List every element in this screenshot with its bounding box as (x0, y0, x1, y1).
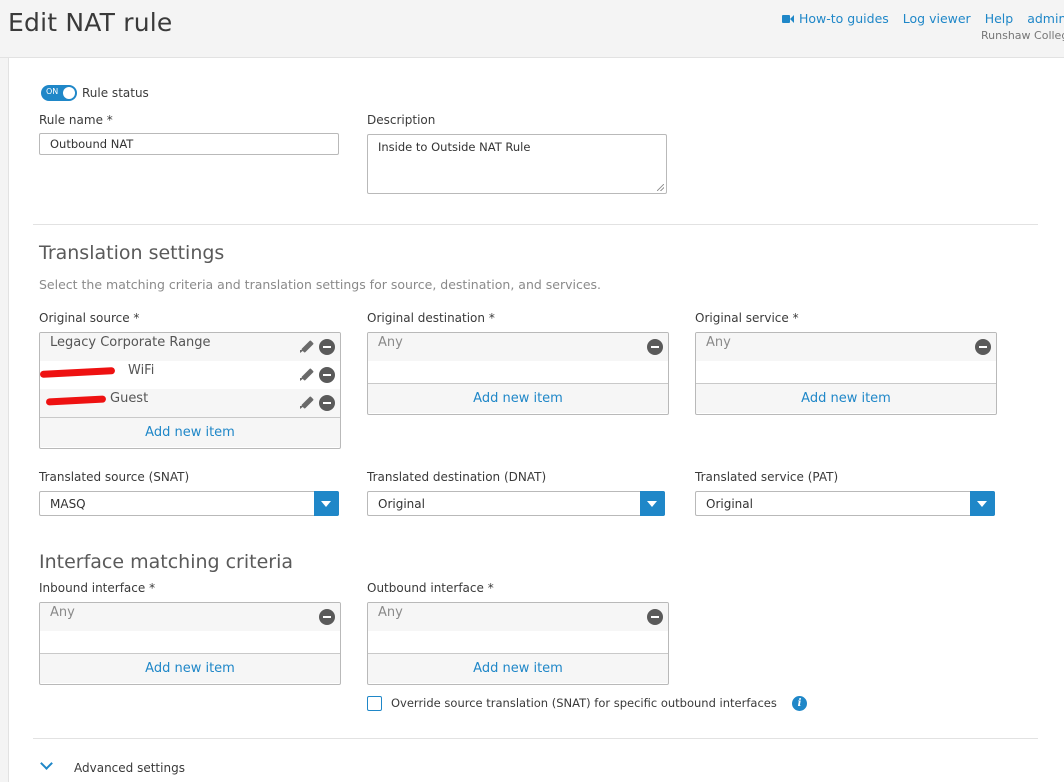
list-item-label: Any (378, 605, 403, 620)
description-text: Inside to Outside NAT Rule (378, 140, 531, 154)
toggle-knob (63, 87, 75, 99)
video-icon (782, 14, 795, 24)
translation-settings-title: Translation settings (39, 242, 225, 264)
remove-icon[interactable] (975, 339, 991, 355)
select-value: MASQ (50, 497, 86, 511)
outbound-interface-list: Any Add new item (367, 602, 669, 685)
list-empty-row (368, 361, 668, 383)
translated-service-label: Translated service (PAT) (695, 470, 839, 484)
rule-name-label: Rule name * (39, 113, 113, 127)
header-links: How-to guides Log viewer Help admin (782, 11, 1064, 26)
original-source-label: Original source * (39, 311, 140, 325)
translation-settings-description: Select the matching criteria and transla… (39, 277, 602, 292)
list-item: WiFi (40, 361, 340, 389)
outbound-interface-label: Outbound interface * (367, 581, 494, 595)
inbound-interface-label: Inbound interface * (39, 581, 156, 595)
list-empty-row (696, 361, 996, 383)
translated-destination-label: Translated destination (DNAT) (367, 470, 547, 484)
translated-source-select[interactable]: MASQ (39, 491, 339, 516)
dropdown-arrow-icon[interactable] (640, 491, 665, 516)
org-name: Runshaw College (981, 29, 1064, 42)
original-service-label: Original service * (695, 311, 799, 325)
remove-icon[interactable] (647, 339, 663, 355)
add-new-item-button[interactable]: Add new item (40, 417, 340, 447)
log-viewer-link[interactable]: Log viewer (903, 11, 971, 26)
edit-nat-rule-panel: ON Rule status Rule name * Outbound NAT … (8, 58, 1064, 782)
interface-matching-title: Interface matching criteria (39, 551, 294, 573)
list-empty-row (40, 631, 340, 653)
edit-icon[interactable] (299, 367, 315, 383)
translated-service-select[interactable]: Original (695, 491, 995, 516)
original-destination-list: Any Add new item (367, 332, 669, 415)
remove-icon[interactable] (319, 395, 335, 411)
list-item: Guest (40, 389, 340, 417)
original-destination-label: Original destination * (367, 311, 495, 325)
resize-grip-icon[interactable] (657, 184, 664, 191)
top-bar: Edit NAT rule How-to guides Log viewer Hel… (0, 0, 1064, 58)
translated-destination-select[interactable]: Original (367, 491, 665, 516)
inbound-interface-list: Any Add new item (39, 602, 341, 685)
select-value: Original (378, 497, 425, 511)
override-snat-checkbox[interactable] (367, 696, 382, 711)
list-item-label: Any (706, 335, 731, 350)
description-label: Description (367, 113, 436, 127)
page-title: Edit NAT rule (8, 8, 173, 37)
dropdown-arrow-icon[interactable] (970, 491, 995, 516)
remove-icon[interactable] (319, 609, 335, 625)
dropdown-arrow-icon[interactable] (314, 491, 339, 516)
remove-icon[interactable] (319, 339, 335, 355)
rule-status-label: Rule status (82, 86, 149, 100)
original-source-list: Legacy Corporate Range WiFi Guest Add ne… (39, 332, 341, 449)
list-item: Any (368, 333, 668, 361)
chevron-down-icon[interactable] (40, 757, 53, 770)
edit-icon[interactable] (299, 395, 315, 411)
section-divider (33, 224, 1038, 225)
add-new-item-button[interactable]: Add new item (40, 653, 340, 683)
select-value: Original (706, 497, 753, 511)
remove-icon[interactable] (647, 609, 663, 625)
list-item: Any (40, 603, 340, 631)
override-snat-label: Override source translation (SNAT) for s… (391, 696, 777, 710)
translated-source-label: Translated source (SNAT) (39, 470, 190, 484)
list-item-label: Legacy Corporate Range (50, 335, 211, 350)
add-new-item-button[interactable]: Add new item (696, 383, 996, 413)
list-item-label: Any (50, 605, 75, 620)
info-icon[interactable]: i (792, 696, 807, 711)
section-divider (33, 738, 1038, 739)
list-item: Legacy Corporate Range (40, 333, 340, 361)
edit-icon[interactable] (299, 339, 315, 355)
advanced-settings-toggle[interactable]: Advanced settings (74, 761, 185, 775)
description-textarea[interactable]: Inside to Outside NAT Rule (367, 134, 667, 194)
help-link[interactable]: Help (985, 11, 1014, 26)
add-new-item-button[interactable]: Add new item (368, 653, 668, 683)
add-new-item-button[interactable]: Add new item (368, 383, 668, 413)
toggle-on-text: ON (46, 87, 59, 96)
list-item: Any (696, 333, 996, 361)
rule-status-toggle[interactable]: ON (41, 85, 77, 101)
remove-icon[interactable] (319, 367, 335, 383)
rule-name-input[interactable]: Outbound NAT (39, 133, 339, 155)
list-empty-row (368, 631, 668, 653)
original-service-list: Any Add new item (695, 332, 997, 415)
list-item-label: Any (378, 335, 403, 350)
how-to-guides-link[interactable]: How-to guides (782, 11, 889, 26)
admin-user-menu[interactable]: admin (1027, 11, 1064, 26)
list-item: Any (368, 603, 668, 631)
